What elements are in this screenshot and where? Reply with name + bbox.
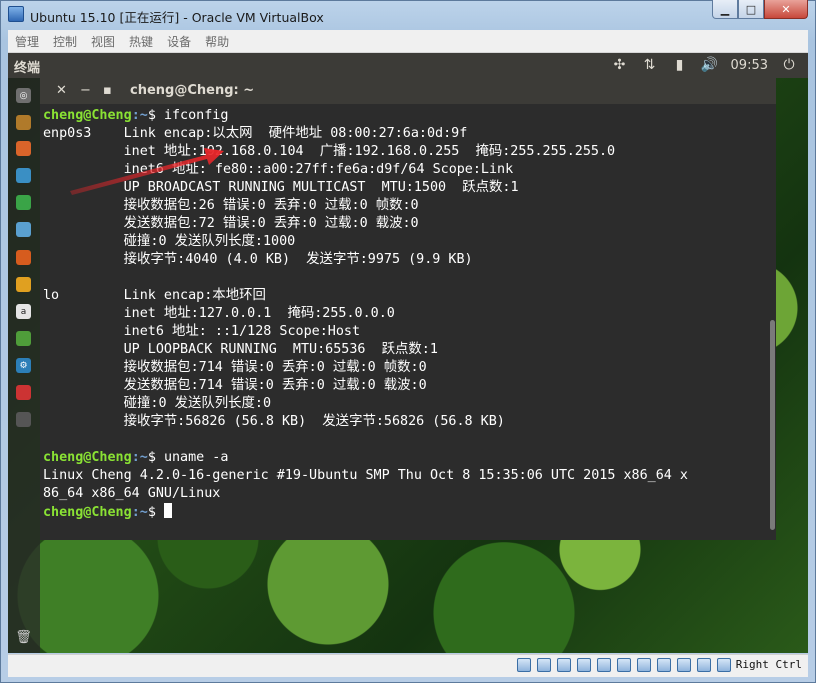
files-icon[interactable]	[16, 115, 31, 130]
power-icon[interactable]: ⏻	[781, 56, 797, 74]
dash-home-icon[interactable]: ◎	[16, 88, 31, 103]
device-icons	[514, 658, 734, 672]
amazon-icon[interactable]: a	[16, 304, 31, 319]
minimize-button[interactable]: ▁	[712, 0, 738, 19]
output-line: 86_64 x86_64 GNU/Linux	[43, 486, 221, 501]
prompt-line: cheng@Cheng:~$	[43, 503, 768, 522]
audio-icon[interactable]	[557, 658, 571, 672]
libreoffice-calc-icon[interactable]	[16, 195, 31, 210]
command-text: ifconfig	[163, 108, 229, 123]
output-line: 碰撞:0 发送队列长度:1000	[43, 234, 296, 249]
maximize-button[interactable]: □	[738, 0, 764, 19]
help-icon[interactable]	[16, 331, 31, 346]
minimize-icon[interactable]: −	[80, 83, 91, 98]
keyboard-capture-icon[interactable]	[717, 658, 731, 672]
clock[interactable]: 09:53	[731, 58, 768, 73]
close-icon[interactable]: ✕	[56, 83, 67, 98]
dvd-icon[interactable]	[16, 412, 31, 427]
battery-icon[interactable]: ▮	[672, 56, 688, 74]
video-capture-icon[interactable]	[657, 658, 671, 672]
prompt-user: cheng@Cheng	[43, 505, 132, 520]
prompt-path: :~	[131, 505, 148, 520]
menu-view[interactable]: 视图	[84, 33, 122, 50]
prompt-symbol: $	[147, 108, 164, 123]
prompt-user: cheng@Cheng	[43, 450, 132, 465]
mouse-integration-icon[interactable]	[697, 658, 711, 672]
output-line: 接收字节:56826 (56.8 KB) 发送字节:56826 (56.8 KB…	[43, 414, 505, 429]
terminal-scrollbar[interactable]	[768, 104, 776, 540]
window-title: Ubuntu 15.10 [正在运行] - Oracle VM VirtualB…	[30, 10, 324, 25]
output-line: enp0s3 Link encap:以太网 硬件地址 08:00:27:6a:0…	[43, 126, 468, 141]
shared-folders-icon[interactable]	[617, 658, 631, 672]
text-cursor	[163, 503, 172, 518]
output-line: 接收数据包:714 错误:0 丢弃:0 过载:0 帧数:0	[43, 360, 427, 375]
system-settings-icon[interactable]: ⚙	[16, 358, 31, 373]
optical-drive-icon[interactable]	[537, 658, 551, 672]
libreoffice-writer-icon[interactable]	[16, 222, 31, 237]
unity-launcher: ◎ a ⚙ 🗑	[8, 78, 40, 653]
output-line: inet6 地址: ::1/128 Scope:Host	[43, 324, 361, 339]
menu-devices[interactable]: 设备	[160, 33, 198, 50]
title-bar[interactable]: Ubuntu 15.10 [正在运行] - Oracle VM VirtualB…	[0, 0, 816, 30]
network-adapter-icon[interactable]	[577, 658, 591, 672]
software-center-icon[interactable]	[16, 277, 31, 292]
output-line: 发送数据包:72 错误:0 丢弃:0 过载:0 载波:0	[43, 216, 419, 231]
virtualbox-app-icon	[8, 6, 24, 22]
firefox-icon[interactable]	[16, 141, 31, 156]
prompt-path: :~	[131, 450, 148, 465]
menu-bar: 管理 控制 视图 热键 设备 帮助	[8, 30, 808, 53]
menu-control[interactable]: 控制	[46, 33, 84, 50]
output-line: inet 地址:127.0.0.1 掩码:255.0.0.0	[43, 306, 395, 321]
libreoffice-impress-icon[interactable]	[16, 250, 31, 265]
terminal-titlebar[interactable]: ✕ − ▪ cheng@Cheng: ~	[40, 78, 776, 104]
output-line: Linux Cheng 4.2.0-16-generic #19-Ubuntu …	[43, 468, 688, 483]
maximize-icon[interactable]: ▪	[103, 83, 112, 98]
active-app-label: 终端	[14, 61, 41, 76]
output-line: 碰撞:0 发送队列长度:0	[43, 396, 272, 411]
output-line: 发送数据包:714 错误:0 丢弃:0 过载:0 载波:0	[43, 378, 427, 393]
menu-hotkeys[interactable]: 热键	[122, 33, 160, 50]
prompt-symbol: $	[147, 505, 164, 520]
scrollbar-thumb[interactable]	[770, 320, 775, 530]
output-line: UP LOOPBACK RUNNING MTU:65536 跃点数:1	[43, 342, 438, 357]
volume-icon[interactable]: 🔊	[701, 56, 718, 74]
network-icon[interactable]: ⇅	[642, 56, 658, 74]
prompt-path: :~	[131, 108, 148, 123]
status-bar: Right Ctrl	[8, 654, 808, 677]
guest-additions-icon[interactable]	[677, 658, 691, 672]
trash-icon[interactable]: 🗑	[15, 630, 32, 645]
display-icon[interactable]	[637, 658, 651, 672]
close-button[interactable]: ✕	[764, 0, 808, 19]
terminal-app-icon[interactable]	[16, 385, 31, 400]
input-method-icon[interactable]: ✣	[612, 56, 628, 74]
prompt-line: cheng@Cheng:~$ uname -a	[43, 449, 768, 467]
terminal-title: cheng@Cheng: ~	[130, 83, 255, 98]
prompt-user: cheng@Cheng	[43, 108, 132, 123]
annotation-arrow	[70, 148, 224, 195]
prompt-symbol: $	[147, 450, 164, 465]
window-controls: ▁ □ ✕	[712, 0, 808, 20]
output-line: 接收字节:4040 (4.0 KB) 发送字节:9975 (9.9 KB)	[43, 252, 473, 267]
usb-icon[interactable]	[597, 658, 611, 672]
unity-top-panel: 终端 ✣ ⇅ ▮ 🔊 09:53 ⏻	[8, 53, 808, 78]
command-text: uname -a	[163, 450, 229, 465]
guest-screen[interactable]: 终端 ✣ ⇅ ▮ 🔊 09:53 ⏻ ◎ a ⚙ 🗑 ✕ − ▪ cheng@C…	[8, 53, 808, 653]
prompt-line: cheng@Cheng:~$ ifconfig	[43, 107, 768, 125]
output-line: lo Link encap:本地环回	[43, 288, 266, 303]
menu-help[interactable]: 帮助	[198, 33, 236, 50]
thunderbird-icon[interactable]	[16, 168, 31, 183]
host-key-label: Right Ctrl	[735, 658, 802, 671]
hard-disk-icon[interactable]	[517, 658, 531, 672]
menu-machine[interactable]: 管理	[8, 33, 46, 50]
indicator-area: ✣ ⇅ ▮ 🔊 09:53 ⏻	[605, 56, 804, 74]
